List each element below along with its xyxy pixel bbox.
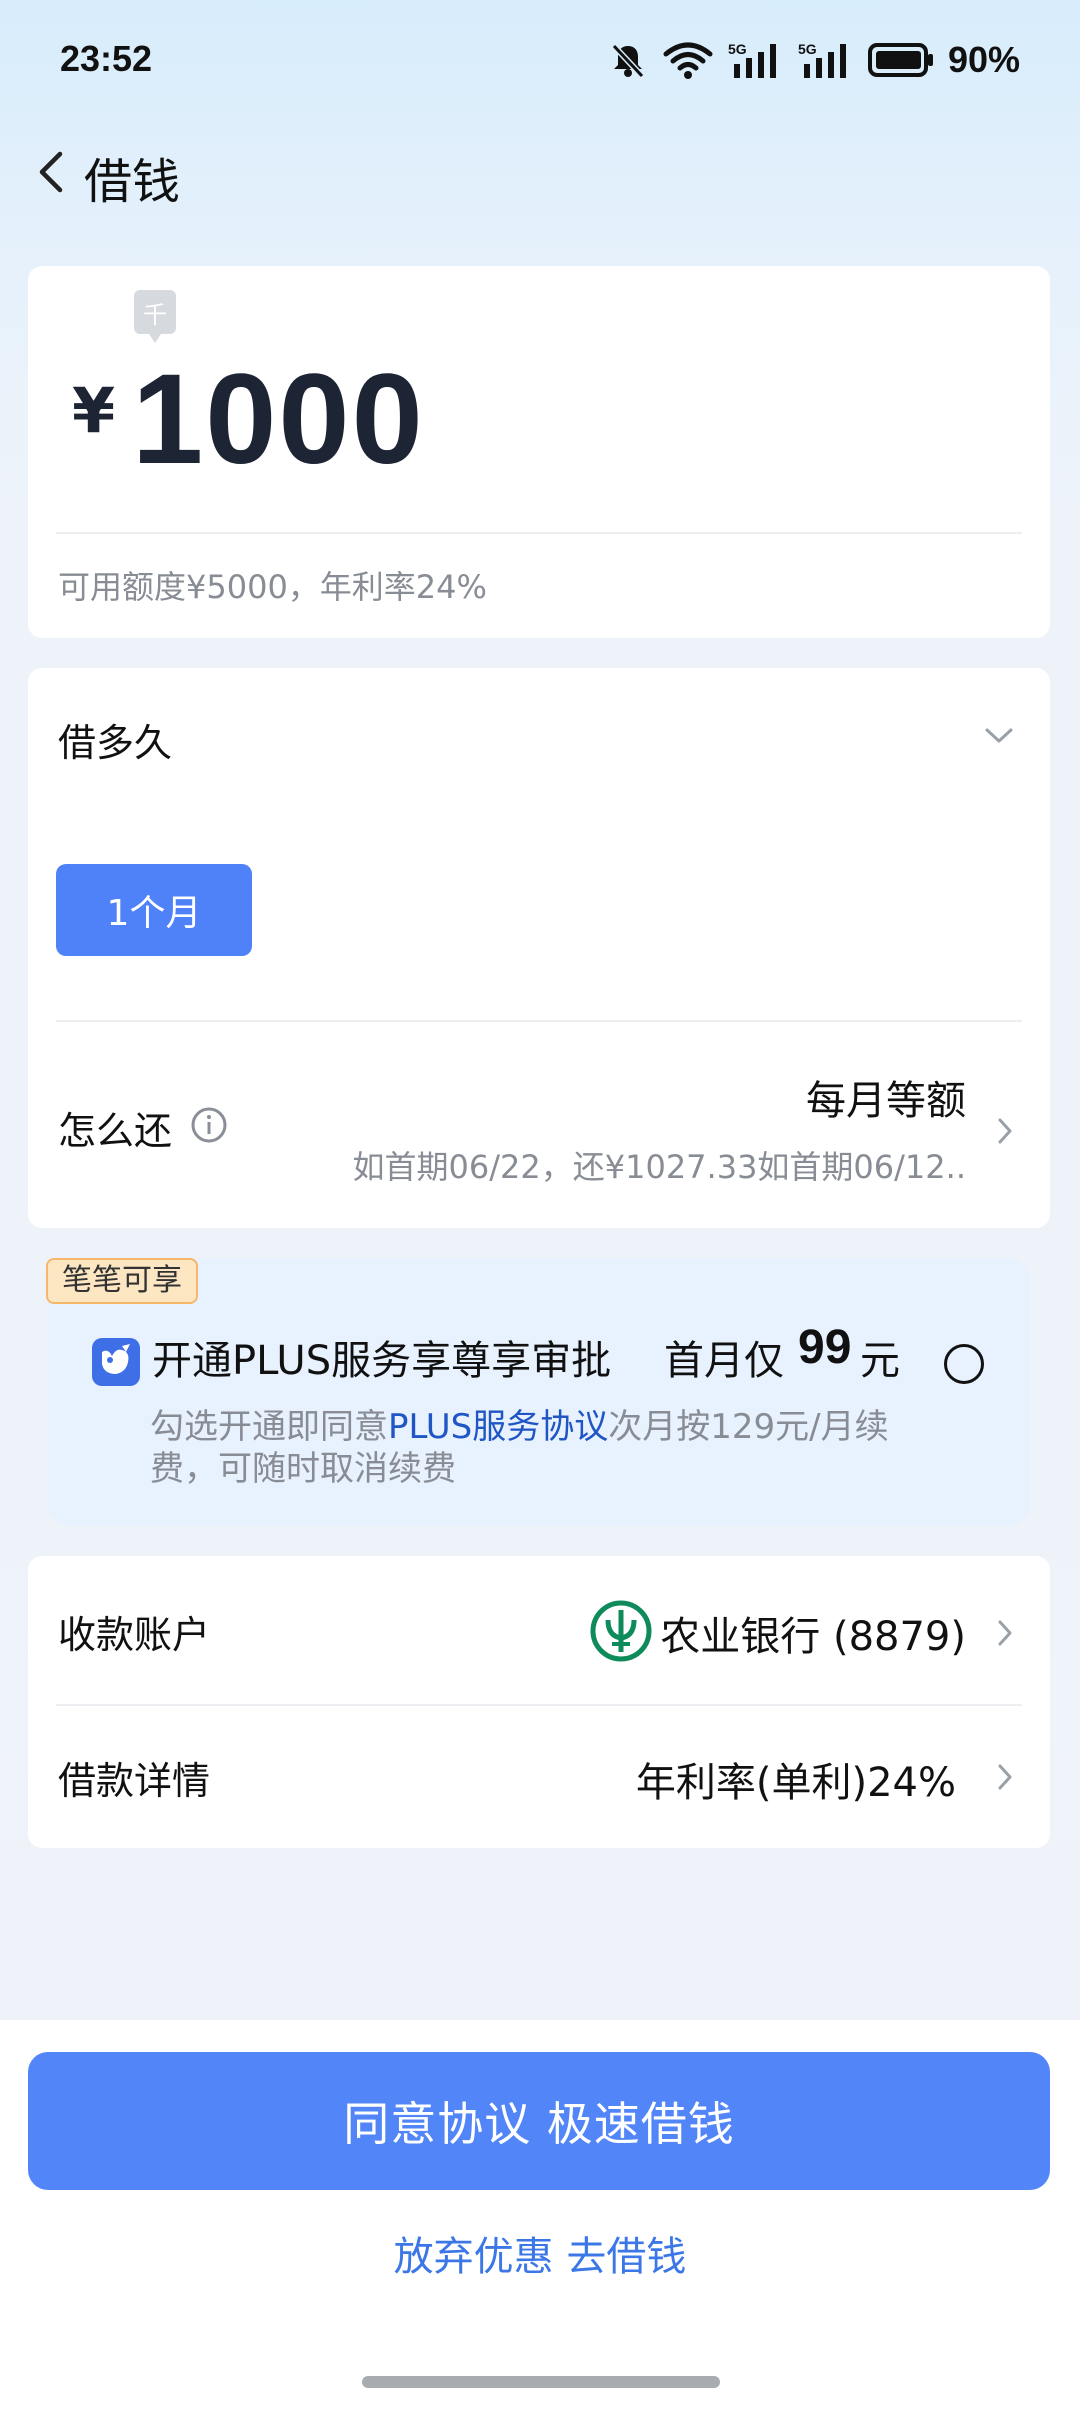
mute-bell-icon (611, 43, 645, 79)
nav-bar: 借钱 (0, 124, 1080, 220)
info-icon[interactable] (190, 1106, 228, 1144)
battery-percent: 90% (947, 39, 1020, 80)
skip-offer-borrow-link[interactable]: 放弃优惠 去借钱 (0, 2224, 1080, 2282)
repay-detail: 如首期06/22，还¥1027.33如首期06/12.. (352, 1148, 966, 1186)
chevron-right-icon[interactable] (996, 1618, 1014, 1648)
promo-price-unit: 元 (860, 1338, 900, 1384)
account-label: 收款账户 (58, 1613, 211, 1657)
promo-badge: 笔笔可享 (46, 1258, 198, 1304)
plus-agreement-link[interactable]: PLUS服务协议 (388, 1407, 608, 1447)
currency-sign: ¥ (72, 374, 116, 447)
term-label: 借多久 (58, 721, 173, 765)
promo-description: 勾选开通即同意PLUS服务协议次月按129元/月续费，可随时取消续费 (150, 1406, 910, 1490)
back-arrow-icon[interactable] (30, 146, 74, 198)
divider (56, 532, 1022, 534)
amount-input[interactable]: 1000 (132, 346, 425, 493)
signal-5g-icon: 5G (728, 41, 776, 78)
term-option-1-month[interactable]: 1个月 (56, 864, 252, 956)
bottom-action-area: 同意协议 极速借钱 放弃优惠 去借钱 (0, 2020, 1080, 2412)
promo-title: 开通PLUS服务享尊享审批 (152, 1338, 612, 1384)
chevron-right-icon[interactable] (996, 1116, 1014, 1146)
battery-icon (867, 43, 933, 77)
loan-rate[interactable]: 年利率(单利)24% (636, 1750, 956, 1808)
amount-card: 千 ¥ 1000 可用额度¥5000，年利率24% (28, 266, 1050, 638)
quota-info: 可用额度¥5000，年利率24% (58, 568, 487, 606)
chevron-down-icon[interactable] (984, 726, 1014, 746)
divider (56, 1704, 1022, 1706)
chevron-right-icon[interactable] (996, 1762, 1014, 1792)
bank-account[interactable]: 农业银行 (8879) (660, 1604, 966, 1662)
network-label-2: 5G (798, 41, 817, 57)
signal-5g-icon-2: 5G (798, 41, 846, 78)
network-label-1: 5G (728, 41, 747, 57)
plus-logo-icon (92, 1338, 140, 1386)
status-icons: 5G 5G 90% (608, 36, 1020, 84)
promo-desc-before: 勾选开通即同意 (150, 1407, 388, 1447)
repay-method[interactable]: 每月等额 (806, 1068, 966, 1126)
repay-label: 怎么还 (58, 1109, 173, 1153)
home-indicator[interactable] (362, 2376, 720, 2388)
unit-tag: 千 (134, 290, 176, 343)
plus-opt-in-radio[interactable] (944, 1344, 984, 1384)
loan-detail-label: 借款详情 (58, 1759, 211, 1803)
status-bar: 23:52 5G 5G 90% (0, 0, 1080, 124)
status-time: 23:52 (60, 38, 153, 79)
divider (56, 1020, 1022, 1022)
promo-price-number: 99 (798, 1321, 852, 1374)
account-card: 收款账户 农业银行 (8879) 借款详情 年利率(单利)24% (28, 1556, 1050, 1848)
promo-price-prefix: 首月仅 (664, 1338, 784, 1384)
wifi-icon (663, 42, 713, 79)
agree-and-borrow-button[interactable]: 同意协议 极速借钱 (28, 2052, 1050, 2190)
term-card: 借多久 1个月 怎么还 每月等额 如首期06/22，还¥1027.33如首期06… (28, 668, 1050, 1228)
page-title: 借钱 (84, 154, 181, 210)
plus-promo-card[interactable]: 笔笔可享 开通PLUS服务享尊享审批 首月仅 99 元 勾选开通即同意PLUS服… (46, 1258, 1030, 1526)
abc-bank-logo-icon (590, 1600, 652, 1662)
